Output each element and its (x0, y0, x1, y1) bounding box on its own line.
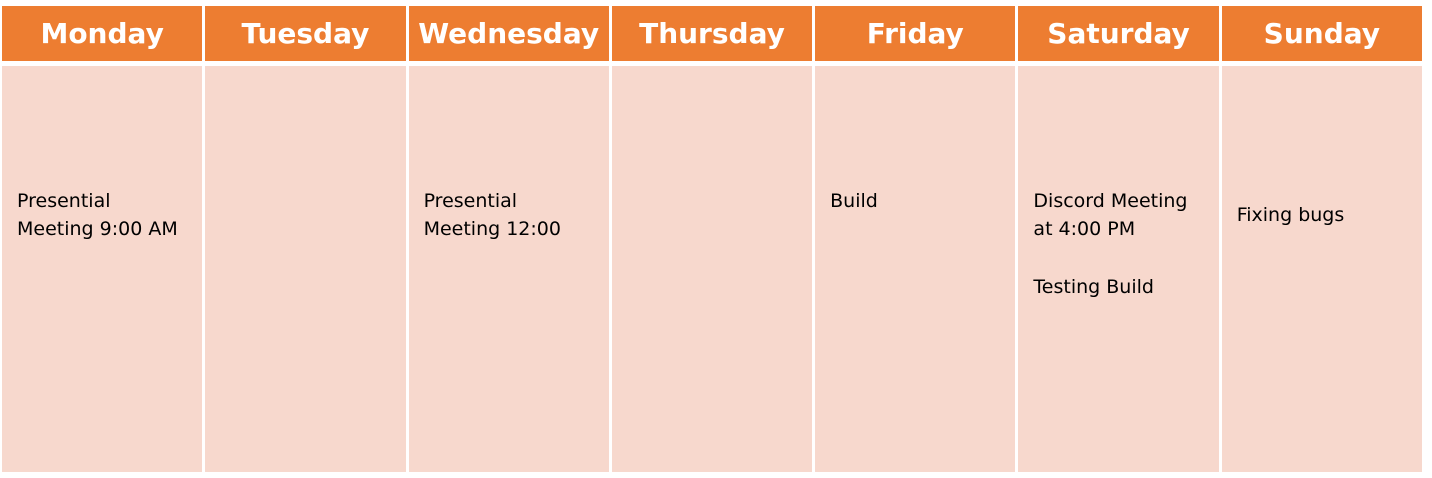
cell-monday: Presential Meeting 9:00 AM (2, 66, 203, 472)
entry: Presential Meeting 12:00 (423, 190, 561, 240)
entry: Fixing bugs (1236, 204, 1345, 226)
cell-tuesday (205, 66, 406, 472)
entry: Build (830, 190, 878, 212)
entry: Presential Meeting 9:00 AM (17, 190, 178, 240)
weekly-schedule-table: Monday Tuesday Wednesday Thursday Friday… (2, 6, 1422, 472)
entry: Discord Meeting at 4:00 PM (1033, 190, 1188, 240)
cell-thursday (611, 66, 813, 472)
header-sunday: Sunday (1221, 6, 1422, 61)
header-saturday: Saturday (1018, 6, 1219, 61)
header-monday: Monday (2, 6, 203, 61)
header-thursday: Thursday (611, 6, 813, 61)
cell-saturday: Discord Meeting at 4:00 PM Testing Build (1018, 66, 1219, 472)
cell-friday: Build (815, 66, 1016, 472)
cell-wednesday: Presential Meeting 12:00 (408, 66, 609, 472)
entry: Testing Build (1033, 276, 1154, 298)
cell-sunday: Fixing bugs (1221, 66, 1422, 472)
header-wednesday: Wednesday (408, 6, 609, 61)
header-tuesday: Tuesday (205, 6, 406, 61)
header-friday: Friday (815, 6, 1016, 61)
